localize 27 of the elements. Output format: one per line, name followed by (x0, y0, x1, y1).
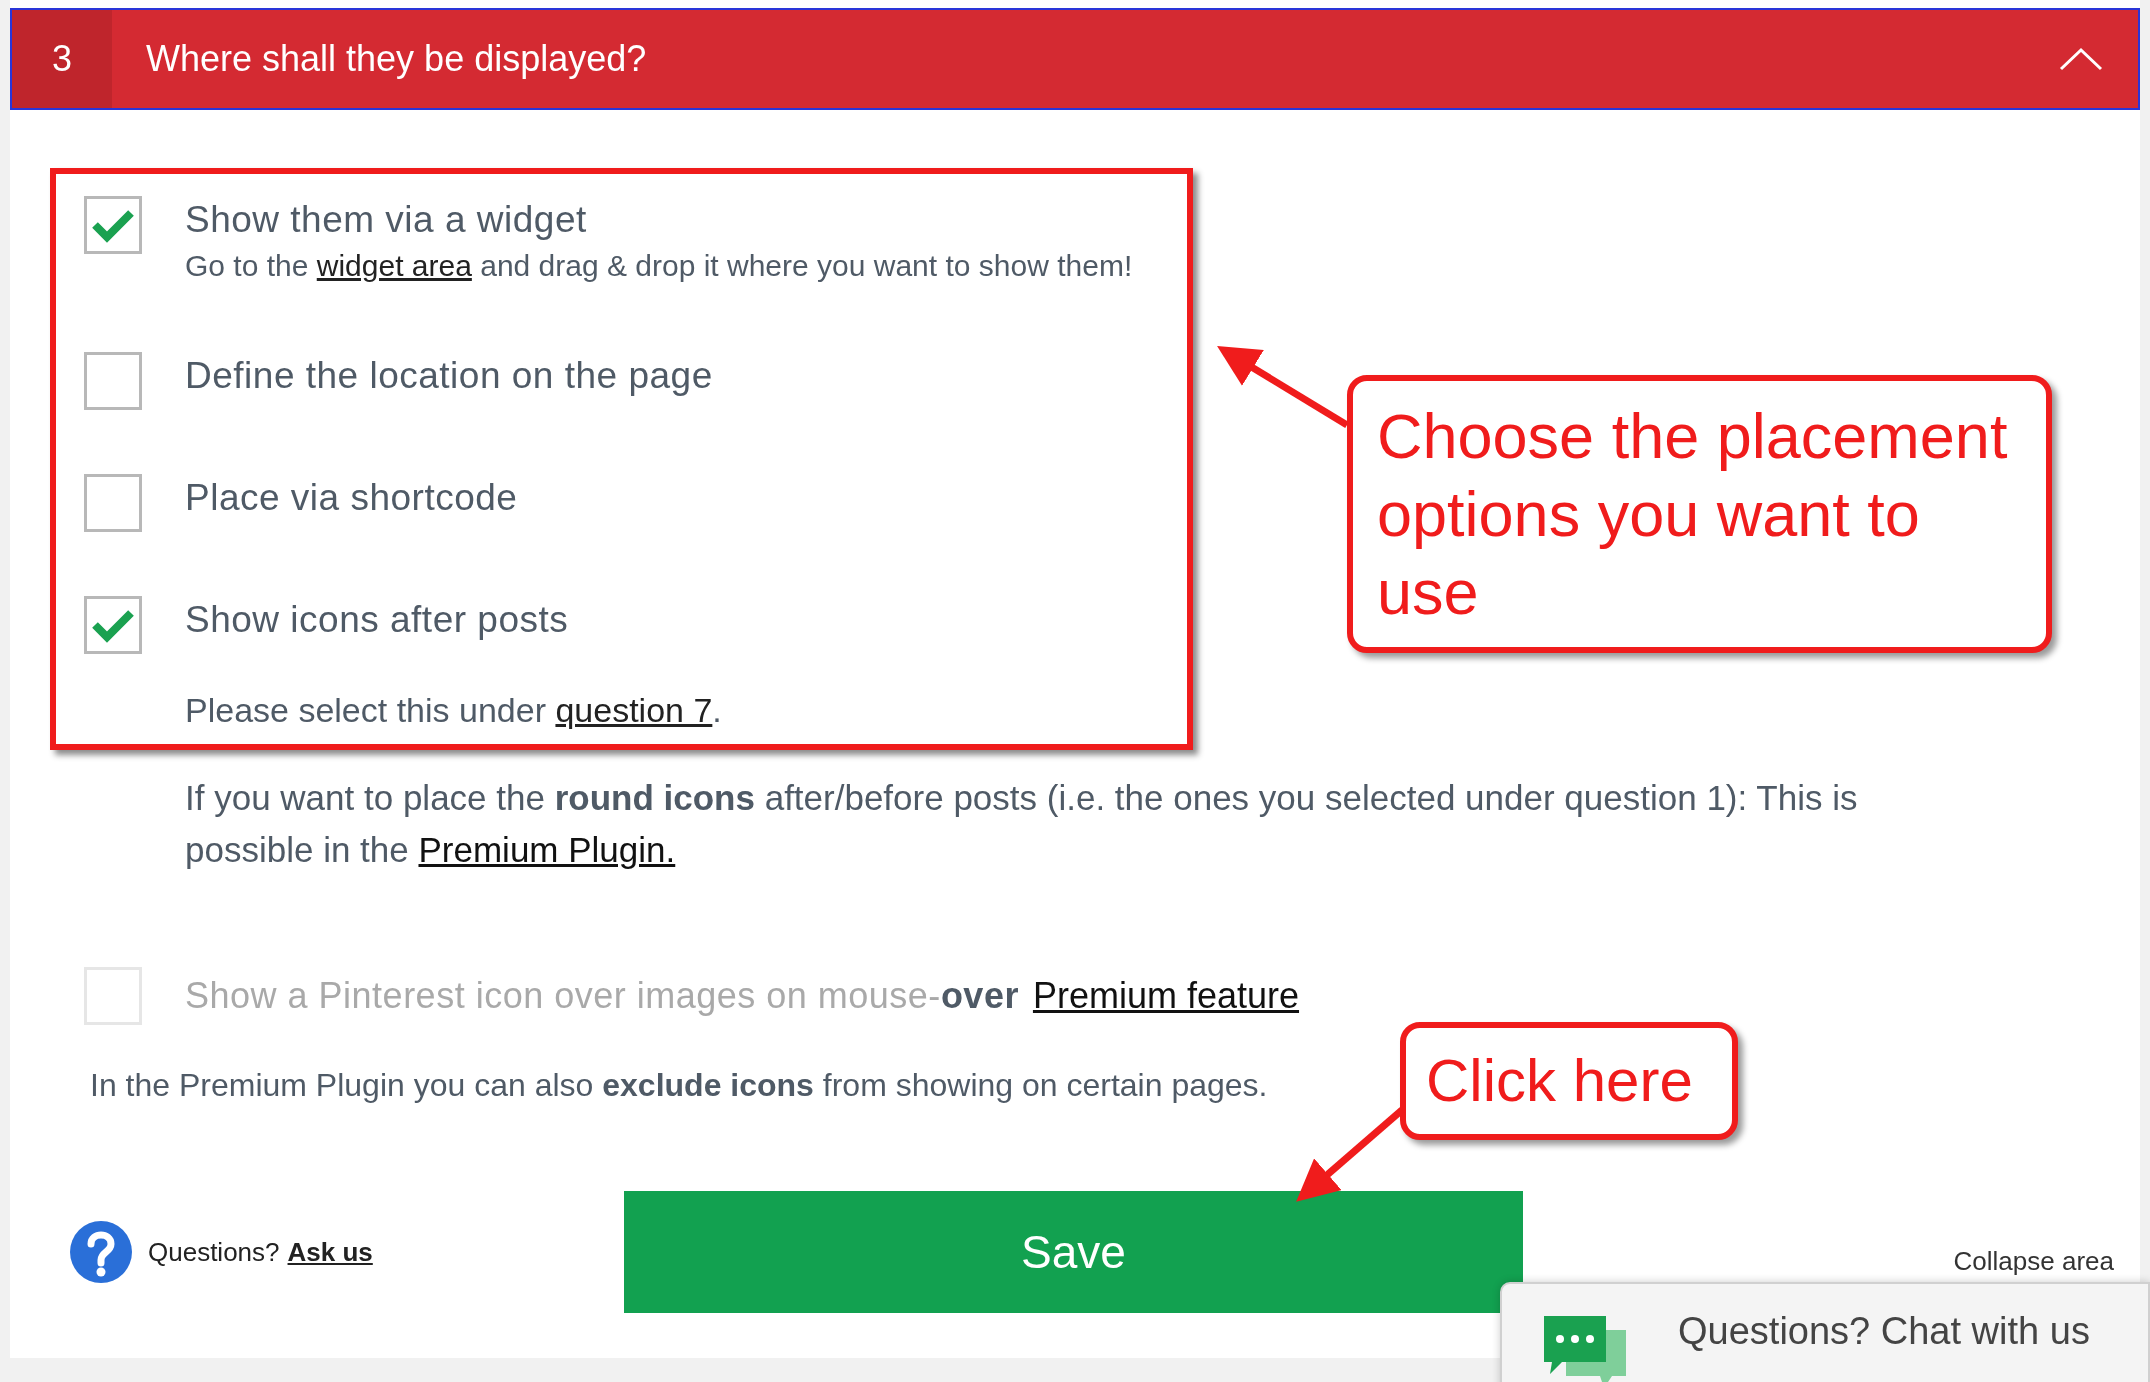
checkbox[interactable] (84, 352, 142, 410)
option-label: Show them via a widget (185, 198, 588, 242)
callout: Click here (1400, 1022, 1738, 1140)
option-label: Define the location on the page (185, 354, 713, 398)
callout: Choose the placement options you want to use (1347, 375, 2052, 653)
help-text: Questions? (148, 1236, 280, 1268)
link[interactable]: question 7 (555, 691, 713, 729)
note-text: Please select this under question 7. (185, 690, 723, 731)
link[interactable]: widget area (316, 249, 472, 282)
chat-widget[interactable]: Questions? Chat with us (1500, 1282, 2150, 1382)
checkbox[interactable] (84, 596, 142, 654)
section-header[interactable]: 3 Where shall they be displayed? (10, 8, 2140, 110)
step-number: 3 (12, 10, 112, 108)
section-title: Where shall they be displayed? (146, 37, 648, 81)
premium-plugin-link[interactable]: Premium Plugin. (418, 830, 676, 869)
chat-title: Questions? Chat with us (1678, 1310, 2090, 1353)
collapse-link[interactable]: Collapse area (1953, 1246, 2114, 1277)
help-icon (68, 1219, 134, 1285)
checkbox[interactable] (84, 474, 142, 532)
info-text: If you want to place the round icons after/before posts (i.e. the ones you selected under question 1): This is possible in the Premium Plugin. (185, 777, 1859, 871)
option-label: Place via shortcode (185, 476, 518, 520)
option-label: Show icons after posts (185, 598, 569, 642)
note-text: Go to the widget area and drag & drop it where you want to show them! (185, 248, 1133, 284)
checkbox[interactable] (84, 196, 142, 254)
option-label: Show a Pinterest icon over images on mouse-over (185, 975, 1019, 1017)
exclude-note: In the Premium Plugin you can also exclude icons from showing on certain pages. (90, 1066, 1268, 1105)
ask-us-link[interactable]: Ask us (287, 1236, 373, 1268)
